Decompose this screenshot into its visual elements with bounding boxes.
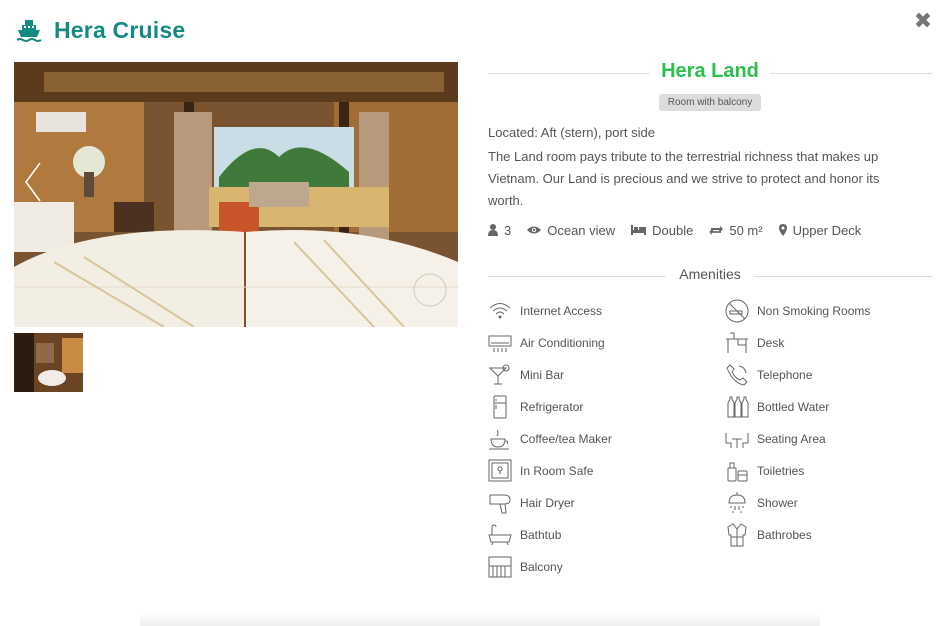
- ship-icon: [16, 17, 42, 43]
- safe-icon: [488, 459, 512, 483]
- amenity-item: Air Conditioning: [488, 331, 605, 355]
- amenity-item: Desk: [725, 331, 784, 355]
- amenity-item: Non Smoking Rooms: [725, 299, 870, 323]
- bathtub-icon: [488, 523, 512, 547]
- room-details: Hera Land Room with balcony Located: Aft…: [488, 58, 932, 578]
- toiletries-icon: [725, 459, 749, 483]
- bottles-icon: [725, 395, 749, 419]
- header: Hera Cruise: [16, 14, 185, 46]
- no-smoking-icon: [725, 299, 749, 323]
- amenity-label: Hair Dryer: [520, 496, 575, 510]
- amenity-label: Non Smoking Rooms: [757, 304, 871, 318]
- amenity-item: Telephone: [725, 363, 812, 387]
- hair-dryer-icon: [488, 491, 512, 515]
- close-icon[interactable]: ✖: [912, 10, 934, 32]
- balcony-icon: [488, 555, 512, 579]
- amenity-label: Bathtub: [520, 528, 562, 542]
- amenity-label: In Room Safe: [520, 464, 594, 478]
- spec-area: 50 m²: [709, 222, 763, 238]
- amenity-item: Coffee/tea Maker: [488, 427, 612, 451]
- amenity-label: Coffee/tea Maker: [520, 432, 612, 446]
- amenity-item: Mini Bar: [488, 363, 564, 387]
- amenity-item: Internet Access: [488, 299, 602, 323]
- fridge-icon: [488, 395, 512, 419]
- amenity-label: Shower: [757, 496, 798, 510]
- amenity-label: Seating Area: [757, 432, 826, 446]
- map-marker-icon: [778, 224, 787, 236]
- page-title: Hera Cruise: [54, 16, 186, 43]
- modal-shadow: [140, 612, 820, 626]
- room-specs: 3 Ocean view Double 50 m² Upper Deck: [488, 220, 932, 240]
- telephone-icon: [725, 363, 749, 387]
- coffee-icon: [488, 427, 512, 451]
- photo-thumbnail[interactable]: [14, 333, 83, 392]
- amenity-item: Hair Dryer: [488, 491, 575, 515]
- amenity-label: Internet Access: [520, 304, 603, 318]
- amenity-label: Refrigerator: [520, 400, 584, 414]
- amenity-item: Shower: [725, 491, 798, 515]
- spec-bed: Double: [631, 223, 693, 238]
- amenity-label: Toiletries: [757, 464, 805, 478]
- spec-capacity: 3: [488, 223, 511, 238]
- amenity-item: Balcony: [488, 555, 563, 579]
- spec-label: 3: [504, 222, 512, 238]
- amenity-label: Air Conditioning: [520, 336, 605, 350]
- bathrobe-icon: [725, 523, 749, 547]
- spec-label: Upper Deck: [792, 222, 862, 238]
- amenity-item: Bottled Water: [725, 395, 829, 419]
- shower-icon: [725, 491, 749, 515]
- amenity-item: Seating Area: [725, 427, 826, 451]
- spec-label: Double: [652, 222, 694, 238]
- cocktail-icon: [488, 363, 512, 387]
- amenity-label: Bathrobes: [757, 528, 812, 542]
- room-description: The Land room pays tribute to the terres…: [488, 149, 880, 208]
- bed-icon: [631, 225, 647, 235]
- room-title: Hera Land: [653, 60, 767, 82]
- amenities-title: Amenities: [671, 266, 749, 282]
- amenity-item: Bathrobes: [725, 523, 812, 547]
- area-icon: [709, 225, 724, 235]
- amenity-label: Desk: [757, 336, 785, 350]
- amenity-item: Bathtub: [488, 523, 561, 547]
- amenity-label: Bottled Water: [757, 400, 830, 414]
- amenity-label: Mini Bar: [520, 368, 565, 382]
- spec-view: Ocean view: [527, 223, 615, 238]
- eye-icon: [527, 226, 542, 234]
- spec-label: Ocean view: [547, 222, 616, 238]
- amenity-label: Balcony: [520, 560, 563, 574]
- spec-label: 50 m²: [729, 222, 763, 238]
- amenity-item: In Room Safe: [488, 459, 593, 483]
- amenity-item: Refrigerator: [488, 395, 583, 419]
- room-type-badge: Room with balcony: [658, 94, 762, 111]
- user-icon: [488, 224, 498, 236]
- room-photo: [14, 62, 458, 327]
- air-conditioner-icon: [488, 331, 512, 355]
- wifi-icon: [488, 299, 512, 323]
- amenity-label: Telephone: [757, 368, 813, 382]
- amenity-item: Toiletries: [725, 459, 804, 483]
- chevron-left-icon[interactable]: [18, 157, 48, 207]
- room-location: Located: Aft (stern), port side: [488, 125, 655, 140]
- seating-icon: [725, 427, 749, 451]
- spec-deck: Upper Deck: [778, 222, 862, 238]
- desk-icon: [725, 331, 749, 355]
